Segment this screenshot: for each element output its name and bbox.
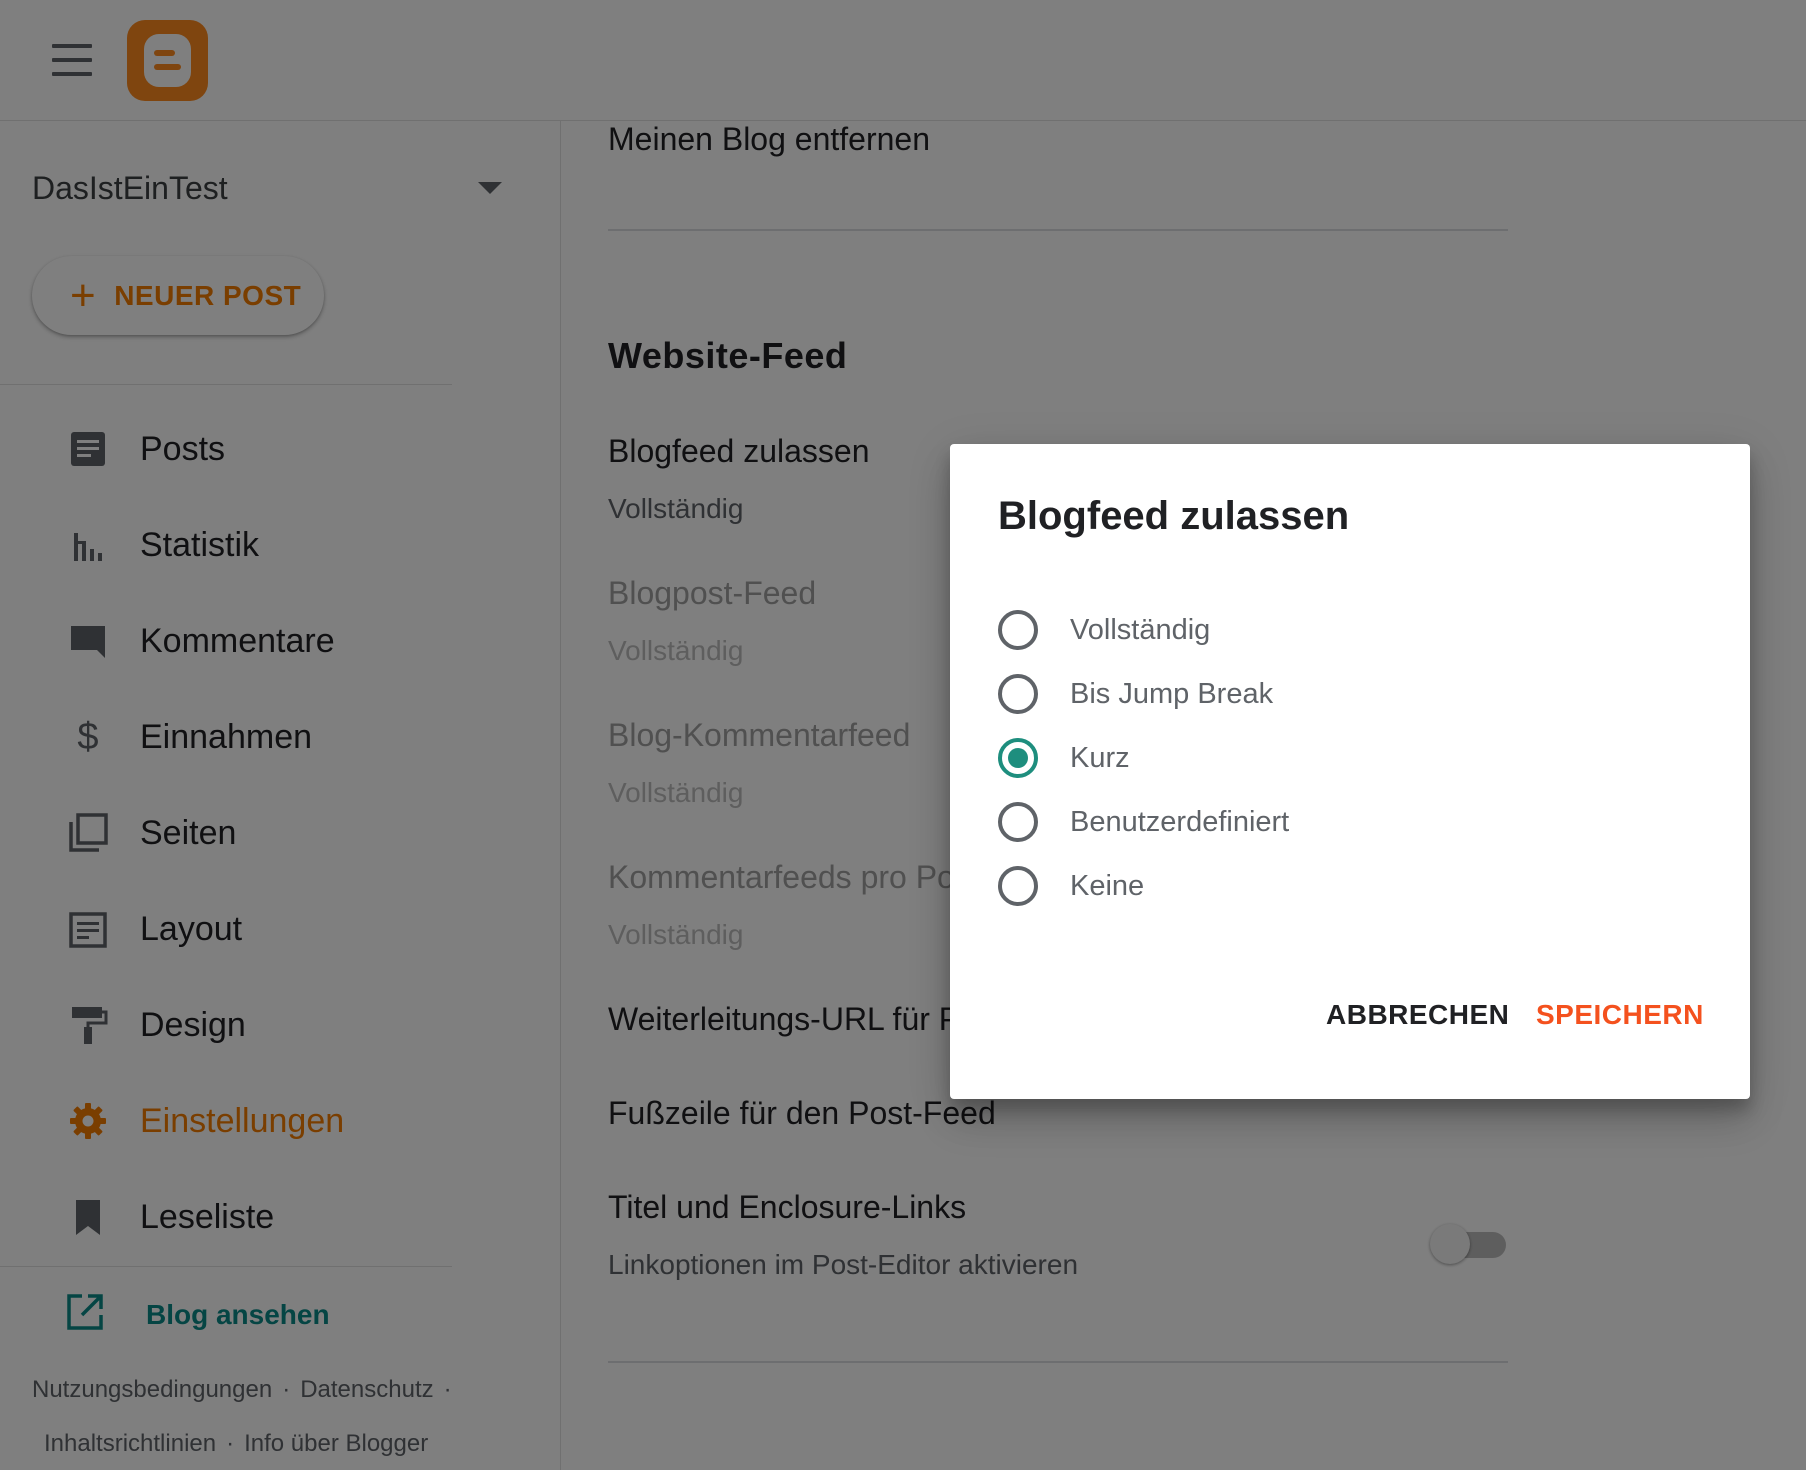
radio-button-selected-icon[interactable]: [998, 738, 1038, 778]
radio-label: Bis Jump Break: [1070, 677, 1274, 710]
save-button[interactable]: SPEICHERN: [1536, 999, 1704, 1031]
blogfeed-dialog: Blogfeed zulassen Vollständig Bis Jump B…: [950, 444, 1750, 1099]
radio-option-bis-jump-break[interactable]: Bis Jump Break: [998, 672, 1273, 716]
radio-label: Benutzerdefiniert: [1070, 805, 1290, 838]
cancel-button[interactable]: ABBRECHEN: [1326, 999, 1509, 1031]
radio-label: Keine: [1070, 869, 1145, 902]
radio-button-icon[interactable]: [998, 866, 1038, 906]
radio-label: Kurz: [1070, 741, 1130, 774]
radio-button-icon[interactable]: [998, 674, 1038, 714]
radio-option-vollstaendig[interactable]: Vollständig: [998, 608, 1210, 652]
radio-button-icon[interactable]: [998, 802, 1038, 842]
radio-option-kurz[interactable]: Kurz: [998, 736, 1130, 780]
radio-option-keine[interactable]: Keine: [998, 864, 1144, 908]
radio-option-benutzerdefiniert[interactable]: Benutzerdefiniert: [998, 800, 1289, 844]
radio-label: Vollständig: [1070, 613, 1211, 646]
dialog-title: Blogfeed zulassen: [998, 494, 1350, 538]
radio-button-icon[interactable]: [998, 610, 1038, 650]
